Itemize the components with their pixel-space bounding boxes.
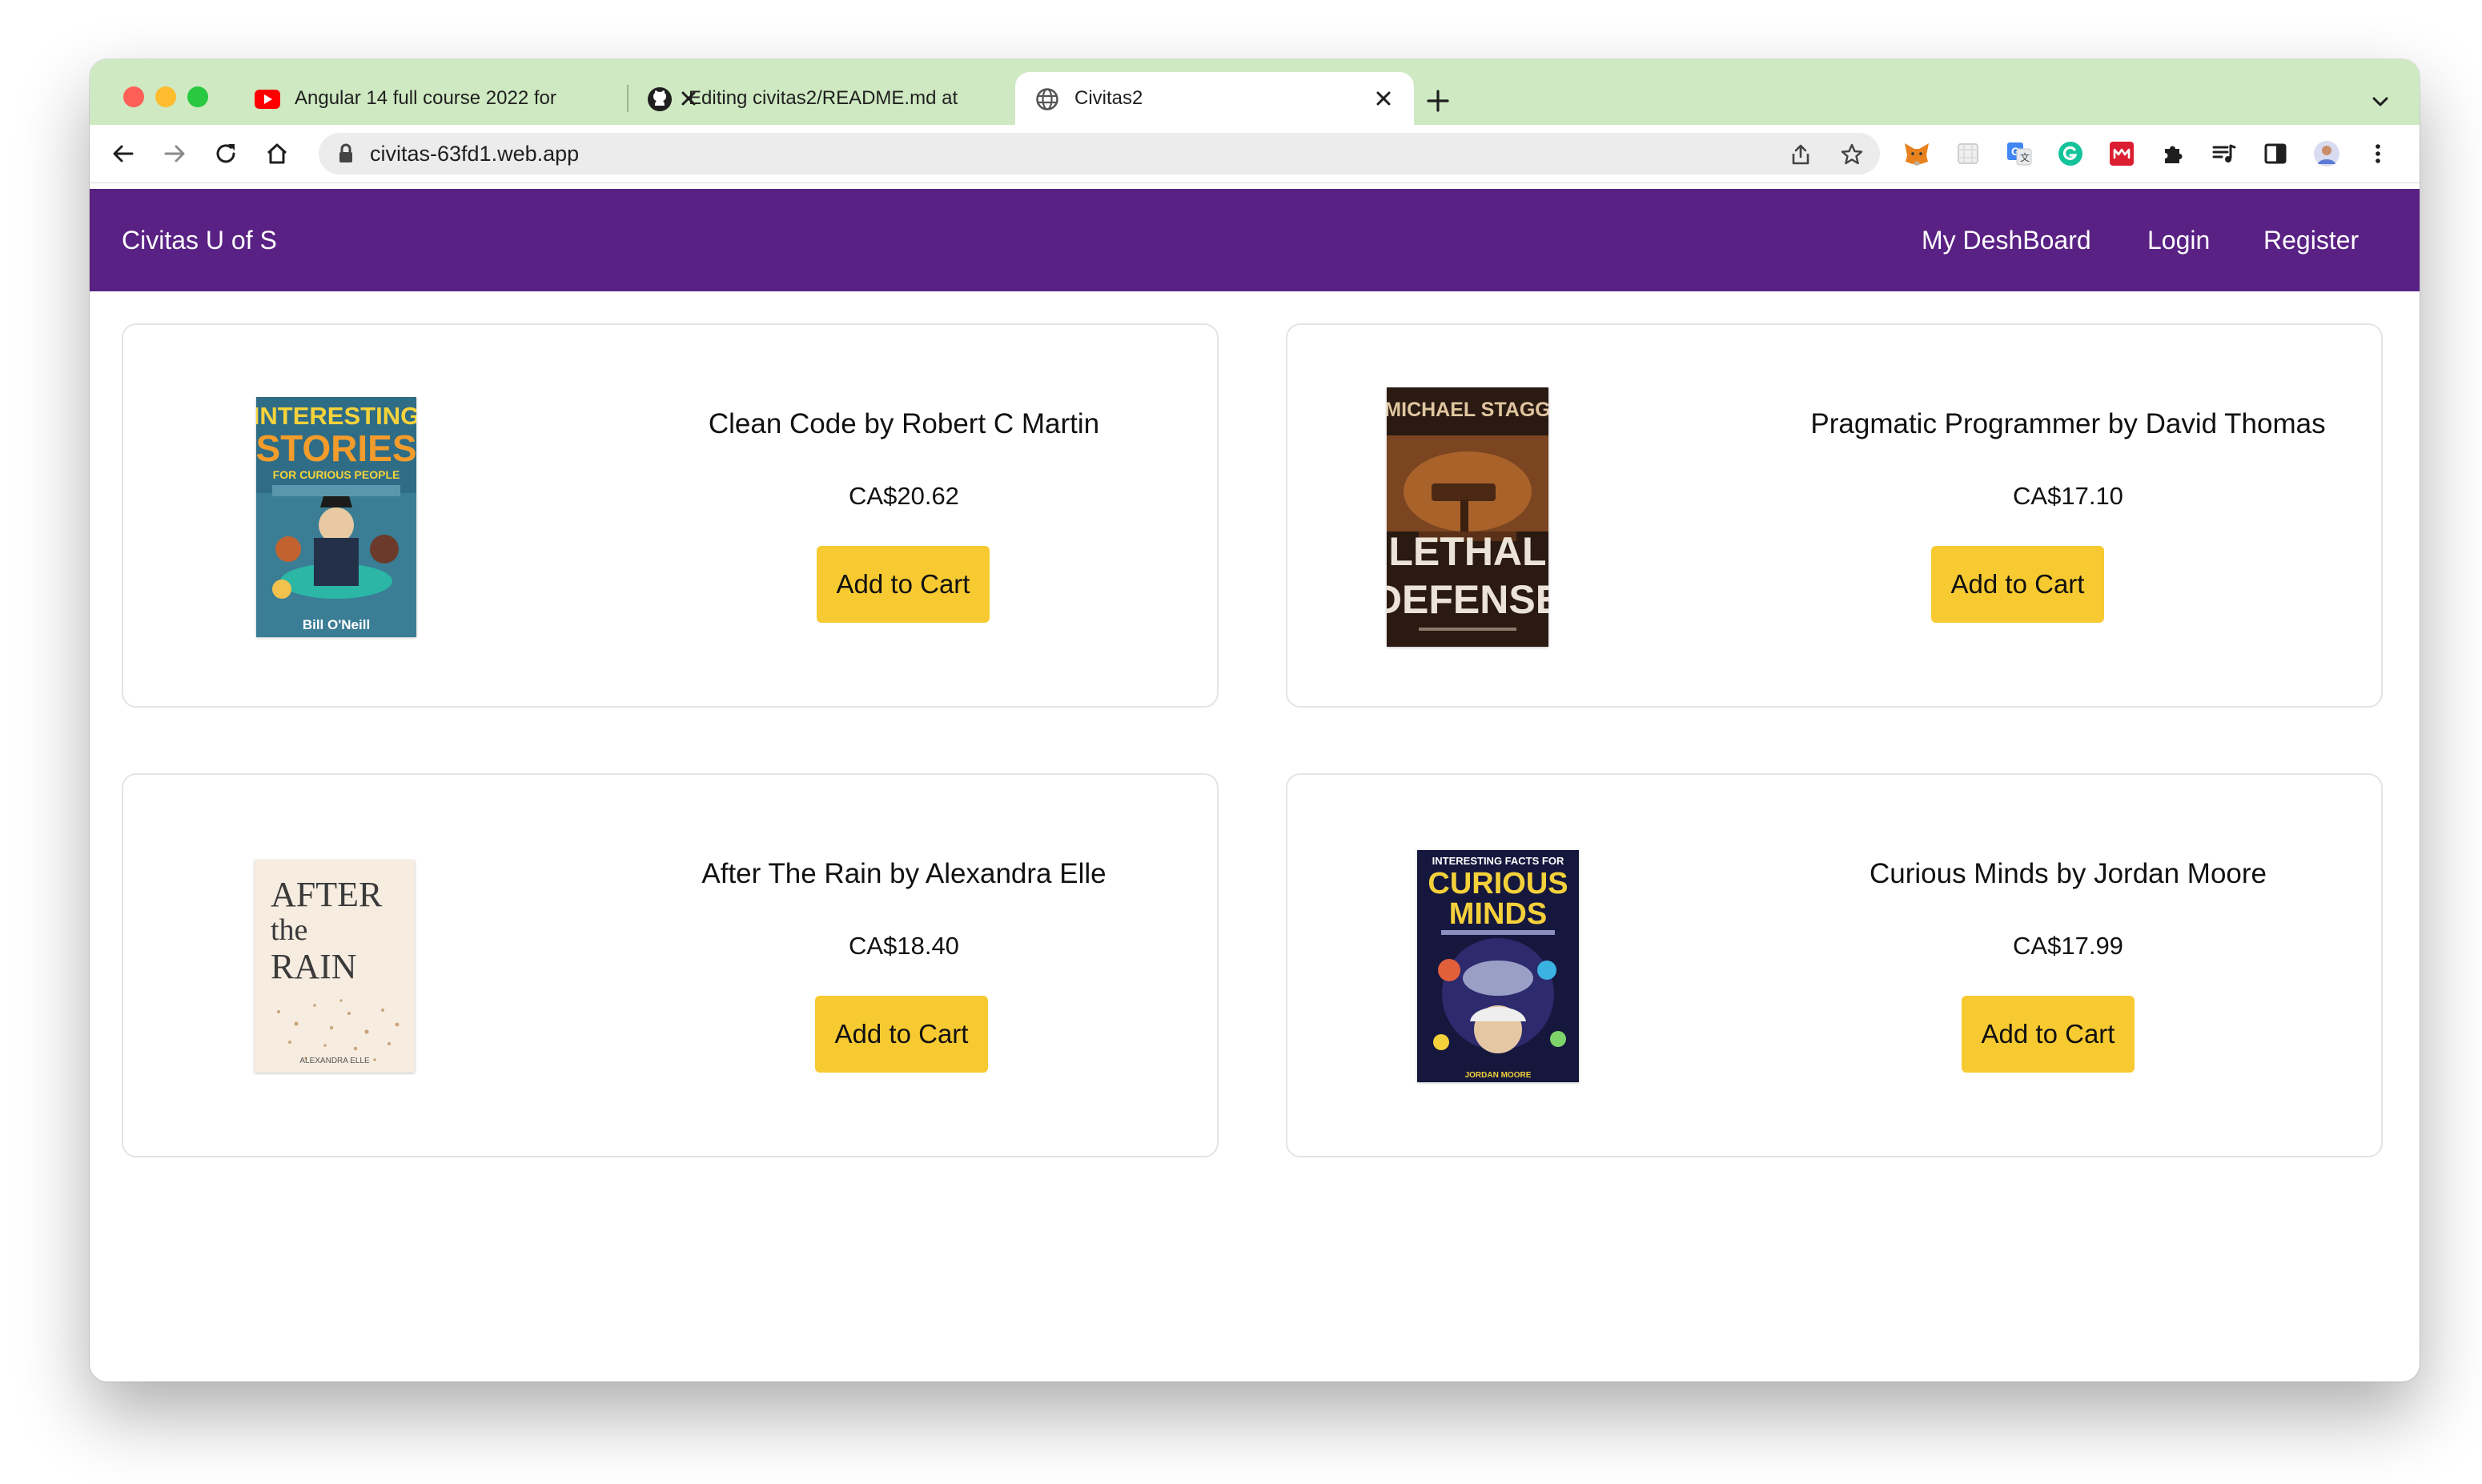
book-cover-image: INTERESTING STORIES FOR CURIOUS PEOPLE B… xyxy=(256,397,416,637)
product-title: Curious Minds by Jordan Moore xyxy=(1869,858,2267,889)
cover-author: JORDAN MOORE xyxy=(1465,1071,1532,1080)
reload-icon[interactable] xyxy=(211,139,240,168)
product-title: Clean Code by Robert C Martin xyxy=(708,408,1100,439)
product-price: CA$18.40 xyxy=(849,932,959,960)
product-card: INTERESTING STORIES FOR CURIOUS PEOPLE B… xyxy=(122,323,1219,708)
cover-text: LETHAL xyxy=(1388,529,1546,574)
chevron-down-icon[interactable] xyxy=(2368,90,2392,114)
profile-avatar-icon[interactable] xyxy=(2312,139,2341,168)
cover-text: RAIN xyxy=(271,947,357,986)
product-title: Pragmatic Programmer by David Thomas xyxy=(1810,408,2326,439)
side-panel-icon[interactable] xyxy=(2261,139,2290,168)
tab-title: Editing civitas2/README.md at xyxy=(689,87,958,109)
forward-arrow-icon[interactable] xyxy=(160,139,189,168)
close-window-button[interactable] xyxy=(123,86,144,107)
book-cover-image: AFTER the RAIN ALEXANDRA ELLE xyxy=(255,860,415,1073)
product-info: Clean Code by Robert C Martin CA$20.62 A… xyxy=(604,325,1204,709)
close-icon[interactable] xyxy=(1372,87,1395,110)
product-price: CA$17.10 xyxy=(2013,482,2123,510)
product-price: CA$17.99 xyxy=(2013,932,2123,960)
cover-text: AFTER xyxy=(271,875,383,914)
add-to-cart-button[interactable]: Add to Cart xyxy=(1931,546,2104,623)
cover-author: ALEXANDRA ELLE xyxy=(299,1057,370,1065)
product-info: Pragmatic Programmer by David Thomas CA$… xyxy=(1768,325,2368,709)
product-card: AFTER the RAIN ALEXANDRA ELLE After The … xyxy=(122,773,1219,1157)
globe-icon xyxy=(1034,86,1060,112)
metamask-fox-icon[interactable] xyxy=(1902,139,1931,168)
cover-text: INTERESTING xyxy=(256,402,416,430)
browser-window: Angular 14 full course 2022 for Editing … xyxy=(90,59,2420,1382)
extension-grid-icon[interactable] xyxy=(1954,139,1982,168)
media-queue-icon[interactable] xyxy=(2210,139,2239,168)
new-tab-plus-icon[interactable] xyxy=(1424,86,1452,115)
nav-register[interactable]: Register xyxy=(2263,189,2359,291)
maximize-window-button[interactable] xyxy=(187,86,208,107)
product-title: After The Rain by Alexandra Elle xyxy=(701,858,1106,889)
share-icon[interactable] xyxy=(1789,142,1813,166)
tab-separator xyxy=(627,85,629,112)
add-to-cart-button[interactable]: Add to Cart xyxy=(815,996,988,1073)
nav-login[interactable]: Login xyxy=(2147,189,2210,291)
tab-title: Angular 14 full course 2022 for xyxy=(295,87,556,109)
cover-text: INTERESTING FACTS FOR xyxy=(1432,855,1564,867)
more-vertical-icon[interactable] xyxy=(2364,139,2392,168)
nav-my-dashboard[interactable]: My DeshBoard xyxy=(1922,189,2091,291)
add-to-cart-button[interactable]: Add to Cart xyxy=(1962,996,2135,1073)
github-icon xyxy=(647,86,673,112)
address-bar[interactable]: civitas-63fd1.web.app xyxy=(319,133,1880,174)
product-card: MICHAEL STAGG LETHAL DEFENSE Pragmatic P… xyxy=(1286,323,2383,708)
bookmark-star-icon[interactable] xyxy=(1840,142,1864,166)
cover-text: FOR CURIOUS PEOPLE xyxy=(273,468,400,481)
product-info: Curious Minds by Jordan Moore CA$17.99 A… xyxy=(1768,775,2368,1159)
svg-text:文: 文 xyxy=(2020,151,2030,163)
add-to-cart-button[interactable]: Add to Cart xyxy=(817,546,990,623)
tab-title: Civitas2 xyxy=(1074,87,1143,109)
grammarly-icon[interactable] xyxy=(2056,139,2085,168)
cover-text: STORIES xyxy=(256,427,416,469)
tab-strip: Angular 14 full course 2022 for Editing … xyxy=(90,59,2420,125)
minimize-window-button[interactable] xyxy=(155,86,176,107)
book-cover-image: MICHAEL STAGG LETHAL DEFENSE xyxy=(1387,387,1548,647)
google-translate-icon[interactable]: G文 xyxy=(2005,139,2034,168)
cover-author: MICHAEL STAGG xyxy=(1387,399,1548,421)
product-info: After The Rain by Alexandra Elle CA$18.4… xyxy=(604,775,1204,1159)
tab-civitas2[interactable]: Civitas2 xyxy=(1015,72,1414,125)
cover-text: the xyxy=(271,913,307,947)
browser-toolbar: civitas-63fd1.web.app G文 xyxy=(90,125,2420,183)
youtube-icon xyxy=(255,86,280,112)
back-arrow-icon[interactable] xyxy=(109,139,138,168)
product-card: INTERESTING FACTS FOR CURIOUS MINDS JORD… xyxy=(1286,773,2383,1157)
home-icon[interactable] xyxy=(263,139,291,168)
product-price: CA$20.62 xyxy=(849,482,959,510)
book-cover-image: INTERESTING FACTS FOR CURIOUS MINDS JORD… xyxy=(1417,850,1579,1082)
cover-author: Bill O'Neill xyxy=(303,617,370,632)
cover-text: MINDS xyxy=(1449,897,1547,931)
brand-link[interactable]: Civitas U of S xyxy=(122,189,277,291)
cover-text: CURIOUS xyxy=(1428,867,1568,900)
mendeley-icon[interactable] xyxy=(2107,139,2136,168)
lock-icon xyxy=(336,143,355,164)
extensions-puzzle-icon[interactable] xyxy=(2159,139,2187,168)
address-url: civitas-63fd1.web.app xyxy=(370,142,580,166)
app-navbar: Civitas U of S My DeshBoard Login Regist… xyxy=(90,189,2420,291)
cover-text: DEFENSE xyxy=(1387,577,1548,622)
